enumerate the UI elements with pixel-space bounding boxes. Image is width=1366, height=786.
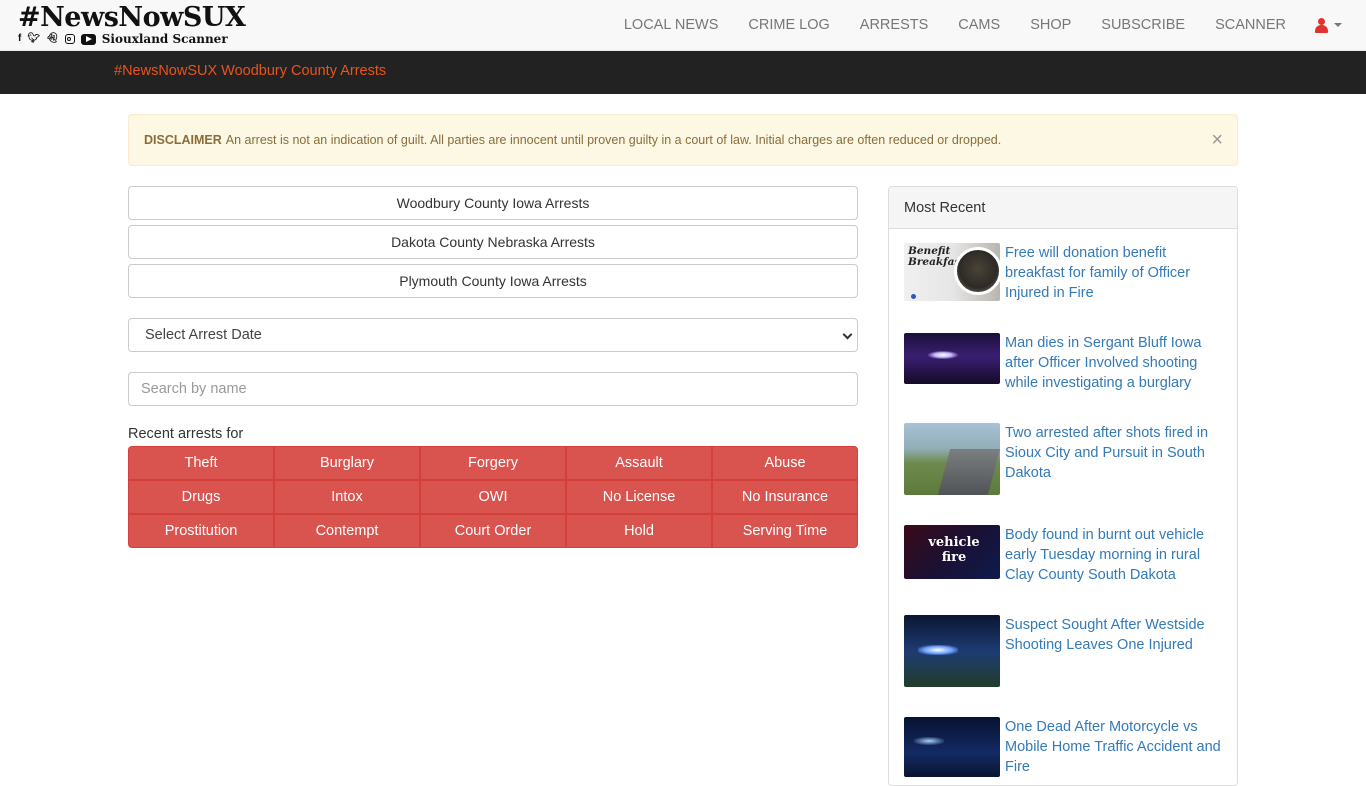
category-no-license-button[interactable]: No License	[566, 480, 712, 514]
instagram-icon[interactable]	[64, 34, 75, 44]
page-title[interactable]: #NewsNowSUX Woodbury County Arrests	[114, 51, 386, 91]
woodbury-county-button[interactable]: Woodbury County Iowa Arrests	[128, 186, 858, 220]
youtube-icon[interactable]	[80, 33, 96, 45]
news-thumbnail[interactable]	[904, 333, 1000, 384]
category-serving-time-button[interactable]: Serving Time	[712, 514, 858, 548]
thumbnail-text: vehicle fire	[928, 535, 980, 565]
user-menu-dropdown[interactable]	[1301, 0, 1352, 50]
chevron-down-icon	[842, 329, 853, 340]
nav-subscribe[interactable]: SUBSCRIBE	[1086, 0, 1200, 50]
category-prostitution-button[interactable]: Prostitution	[128, 514, 274, 548]
facebook-icon[interactable]: f	[18, 33, 21, 45]
arrest-date-selected: Select Arrest Date	[145, 327, 262, 343]
news-item[interactable]: Suspect Sought After Westside Shooting L…	[904, 615, 1224, 687]
caret-down-icon	[1334, 23, 1342, 27]
news-link[interactable]: Free will donation benefit breakfast for…	[1005, 243, 1224, 303]
category-burglary-button[interactable]: Burglary	[274, 446, 420, 480]
category-intox-button[interactable]: Intox	[274, 480, 420, 514]
nav-scanner[interactable]: SCANNER	[1200, 0, 1301, 50]
arrest-date-select[interactable]: Select Arrest Date	[128, 318, 858, 352]
nav-cams[interactable]: CAMS	[943, 0, 1015, 50]
arrest-category-grid: Theft Burglary Forgery Assault Abuse Dru…	[128, 446, 858, 548]
disclaimer-text: An arrest is not an indication of guilt.…	[225, 133, 1002, 147]
news-thumbnail[interactable]	[904, 615, 1000, 687]
news-link[interactable]: One Dead After Motorcycle vs Mobile Home…	[1005, 717, 1224, 777]
close-icon[interactable]: ×	[1211, 129, 1223, 151]
disclaimer-alert: DISCLAIMER An arrest is not an indicatio…	[128, 114, 1238, 166]
brand-title: #NewsNowSUX	[18, 2, 246, 33]
news-item[interactable]: Two arrested after shots fired in Sioux …	[904, 423, 1224, 495]
most-recent-panel: Most Recent Benefit Breakfast Free will …	[888, 186, 1238, 786]
category-assault-button[interactable]: Assault	[566, 446, 712, 480]
plymouth-county-button[interactable]: Plymouth County Iowa Arrests	[128, 264, 858, 298]
recent-arrests-label: Recent arrests for	[128, 426, 244, 442]
news-link[interactable]: Body found in burnt out vehicle early Tu…	[1005, 525, 1224, 585]
news-thumbnail[interactable]	[904, 717, 1000, 777]
news-thumbnail[interactable]	[904, 423, 1000, 495]
dakota-county-button[interactable]: Dakota County Nebraska Arrests	[128, 225, 858, 259]
news-item[interactable]: vehicle fire Body found in burnt out veh…	[904, 525, 1224, 585]
twitter-icon[interactable]: 🐦︎	[27, 33, 40, 45]
page-subheader: #NewsNowSUX Woodbury County Arrests	[0, 51, 1366, 94]
main-nav: LOCAL NEWS CRIME LOG ARRESTS CAMS SHOP S…	[609, 0, 1352, 50]
news-link[interactable]: Suspect Sought After Westside Shooting L…	[1005, 615, 1224, 687]
site-logo[interactable]: #NewsNowSUX f 🐦︎ 👻︎ Siouxland Scanner	[18, 2, 246, 47]
disclaimer-label: DISCLAIMER	[144, 133, 222, 147]
nav-arrests[interactable]: ARRESTS	[845, 0, 944, 50]
news-thumbnail[interactable]: Benefit Breakfast	[904, 243, 1000, 301]
category-no-insurance-button[interactable]: No Insurance	[712, 480, 858, 514]
snapchat-icon[interactable]: 👻︎	[46, 33, 59, 45]
news-item[interactable]: Benefit Breakfast Free will donation ben…	[904, 243, 1224, 303]
news-link[interactable]: Man dies in Sergant Bluff Iowa after Off…	[1005, 333, 1224, 393]
brand-subtitle: Siouxland Scanner	[101, 32, 228, 46]
category-drugs-button[interactable]: Drugs	[128, 480, 274, 514]
user-icon	[1315, 17, 1328, 33]
news-thumbnail[interactable]: vehicle fire	[904, 525, 1000, 579]
category-theft-button[interactable]: Theft	[128, 446, 274, 480]
nav-local-news[interactable]: LOCAL NEWS	[609, 0, 734, 50]
top-navbar: #NewsNowSUX f 🐦︎ 👻︎ Siouxland Scanner LO…	[0, 0, 1366, 51]
news-item[interactable]: One Dead After Motorcycle vs Mobile Home…	[904, 717, 1224, 777]
news-item[interactable]: Man dies in Sergant Bluff Iowa after Off…	[904, 333, 1224, 393]
brand-subline: f 🐦︎ 👻︎ Siouxland Scanner	[18, 32, 228, 46]
category-abuse-button[interactable]: Abuse	[712, 446, 858, 480]
category-hold-button[interactable]: Hold	[566, 514, 712, 548]
category-forgery-button[interactable]: Forgery	[420, 446, 566, 480]
nav-shop[interactable]: SHOP	[1015, 0, 1086, 50]
panel-heading: Most Recent	[889, 187, 1237, 229]
category-owi-button[interactable]: OWI	[420, 480, 566, 514]
category-court-order-button[interactable]: Court Order	[420, 514, 566, 548]
nav-crime-log[interactable]: CRIME LOG	[733, 0, 844, 50]
search-by-name-input[interactable]	[128, 372, 858, 406]
category-contempt-button[interactable]: Contempt	[274, 514, 420, 548]
news-link[interactable]: Two arrested after shots fired in Sioux …	[1005, 423, 1224, 495]
social-icons: f 🐦︎ 👻︎	[18, 33, 96, 45]
